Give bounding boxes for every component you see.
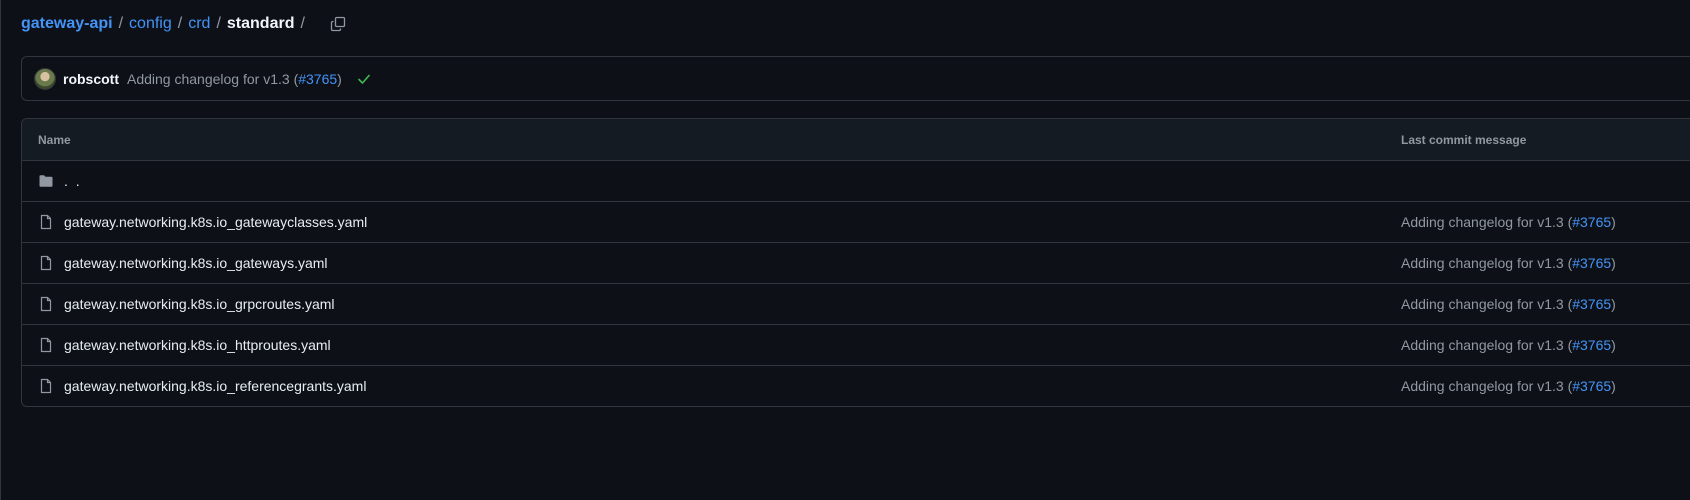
check-icon[interactable] — [356, 71, 372, 87]
file-row[interactable]: gateway.networking.k8s.io_httproutes.yam… — [22, 325, 1690, 366]
file-last-commit-message: Adding changelog for v1.3 (#3765) — [1401, 378, 1616, 394]
copy-path-button[interactable] — [325, 12, 351, 36]
column-header-name: Name — [38, 132, 71, 147]
file-name-link[interactable]: gateway.networking.k8s.io_gatewayclasses… — [64, 214, 367, 230]
file-commit-suffix: ) — [1611, 378, 1616, 394]
page: gateway-api / config / crd / standard / … — [0, 0, 1690, 500]
breadcrumb-repo-link[interactable]: gateway-api — [21, 15, 113, 33]
file-row[interactable]: gateway.networking.k8s.io_grpcroutes.yam… — [22, 284, 1690, 325]
file-commit-suffix: ) — [1611, 337, 1616, 353]
file-commit-text[interactable]: Adding changelog for v1.3 ( — [1401, 337, 1572, 353]
file-commit-suffix: ) — [1611, 255, 1616, 271]
commit-message: Adding changelog for v1.3 (#3765) — [127, 71, 342, 87]
breadcrumb-separator: / — [300, 15, 305, 32]
file-commit-text[interactable]: Adding changelog for v1.3 ( — [1401, 255, 1572, 271]
file-icon — [40, 337, 52, 353]
breadcrumb-separator: / — [177, 15, 183, 32]
folder-icon — [39, 175, 53, 187]
breadcrumb-config-link[interactable]: config — [129, 15, 172, 33]
file-last-commit-message: Adding changelog for v1.3 (#3765) — [1401, 296, 1616, 312]
file-commit-pr-link[interactable]: #3765 — [1572, 378, 1611, 394]
file-name-link[interactable]: gateway.networking.k8s.io_grpcroutes.yam… — [64, 296, 335, 312]
file-commit-pr-link[interactable]: #3765 — [1572, 296, 1611, 312]
file-commit-text[interactable]: Adding changelog for v1.3 ( — [1401, 378, 1572, 394]
commit-pr-link[interactable]: #3765 — [298, 71, 337, 87]
parent-directory-link[interactable]: . . — [64, 173, 82, 189]
file-icon — [40, 296, 52, 312]
file-commit-suffix: ) — [1611, 296, 1616, 312]
commit-message-text[interactable]: Adding changelog for v1.3 ( — [127, 71, 298, 87]
file-name-link[interactable]: gateway.networking.k8s.io_gateways.yaml — [64, 255, 328, 271]
breadcrumb-current: standard — [226, 15, 295, 32]
file-last-commit-message: Adding changelog for v1.3 (#3765) — [1401, 337, 1616, 353]
file-commit-suffix: ) — [1611, 214, 1616, 230]
file-name-link[interactable]: gateway.networking.k8s.io_referencegrant… — [64, 378, 366, 394]
file-icon — [40, 378, 52, 394]
file-last-commit-message: Adding changelog for v1.3 (#3765) — [1401, 255, 1616, 271]
file-name-link[interactable]: gateway.networking.k8s.io_httproutes.yam… — [64, 337, 331, 353]
file-last-commit-message: Adding changelog for v1.3 (#3765) — [1401, 214, 1616, 230]
file-row[interactable]: gateway.networking.k8s.io_gateways.yaml A… — [22, 243, 1690, 284]
column-header-last-commit: Last commit message — [1401, 132, 1527, 147]
parent-directory-row[interactable]: . . — [22, 161, 1690, 202]
file-table: Name Last commit message . . gateway.net… — [21, 118, 1690, 407]
file-icon — [40, 214, 52, 230]
breadcrumb-crd-link[interactable]: crd — [188, 15, 210, 33]
file-commit-text[interactable]: Adding changelog for v1.3 ( — [1401, 214, 1572, 230]
commit-author[interactable]: robscott — [63, 71, 119, 87]
breadcrumb-separator: / — [118, 15, 124, 32]
copy-icon — [330, 16, 346, 32]
avatar[interactable] — [34, 67, 56, 90]
file-row[interactable]: gateway.networking.k8s.io_gatewayclasses… — [22, 202, 1690, 243]
table-header: Name Last commit message — [22, 119, 1690, 161]
file-row[interactable]: gateway.networking.k8s.io_referencegrant… — [22, 366, 1690, 406]
file-icon — [40, 255, 52, 271]
breadcrumb: gateway-api / config / crd / standard / — [21, 12, 351, 36]
file-commit-pr-link[interactable]: #3765 — [1572, 255, 1611, 271]
file-rows: gateway.networking.k8s.io_gatewayclasses… — [22, 202, 1690, 406]
breadcrumb-separator: / — [216, 15, 221, 32]
file-commit-text[interactable]: Adding changelog for v1.3 ( — [1401, 296, 1572, 312]
file-commit-pr-link[interactable]: #3765 — [1572, 337, 1611, 353]
latest-commit-bar: robscott Adding changelog for v1.3 (#376… — [21, 56, 1690, 101]
file-commit-pr-link[interactable]: #3765 — [1572, 214, 1611, 230]
commit-message-suffix: ) — [337, 70, 342, 87]
